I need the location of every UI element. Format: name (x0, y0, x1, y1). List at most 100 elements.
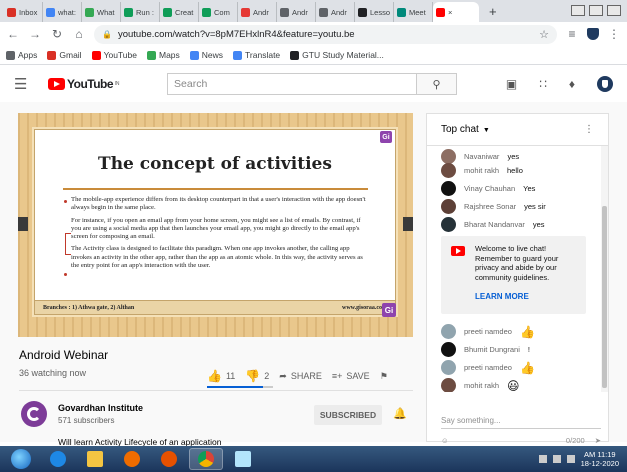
chat-author-name[interactable]: mohit rakh (464, 166, 499, 175)
report-flag-button[interactable]: ⚑ (380, 371, 388, 382)
minimize-button[interactable] (571, 5, 585, 16)
taskbar-explorer-button[interactable] (78, 448, 112, 470)
close-window-button[interactable] (607, 5, 621, 16)
learn-more-link[interactable]: LEARN MORE (475, 292, 529, 302)
menu-dots-icon[interactable]: ⋮ (607, 27, 621, 41)
chat-author-avatar[interactable] (441, 342, 456, 357)
save-button[interactable]: ≡+ SAVE (332, 371, 370, 381)
footer-website: www.gisoraa.com (342, 304, 387, 311)
maximize-button[interactable] (589, 5, 603, 16)
chat-mode-dropdown[interactable]: Top chat ▼ (441, 124, 490, 135)
chat-author-avatar[interactable] (441, 199, 456, 214)
reading-list-icon[interactable]: ≡ (565, 27, 579, 41)
forward-arrow-icon[interactable]: → (28, 27, 42, 41)
network-icon[interactable] (552, 455, 561, 463)
chat-author-avatar[interactable] (441, 324, 456, 339)
browser-tab[interactable]: × (433, 2, 479, 22)
youtube-logo[interactable]: YouTube IN (48, 77, 120, 91)
browser-tab[interactable]: Lesso (355, 2, 394, 22)
bookmark-item[interactable]: YouTube (91, 50, 137, 60)
video-player[interactable]: The concept of activities The mobile-app… (18, 113, 413, 337)
create-video-icon[interactable]: ▣ (506, 77, 517, 91)
browser-tab[interactable]: Inbox (4, 2, 43, 22)
hamburger-menu-icon[interactable]: ☰ (14, 75, 34, 93)
search-input[interactable]: Search (167, 73, 418, 95)
slide-edge-marker (403, 217, 413, 231)
browser-tab[interactable]: What (82, 2, 121, 22)
chat-author-avatar[interactable] (441, 163, 456, 178)
account-avatar[interactable] (597, 76, 613, 92)
bookmark-item[interactable]: Translate (233, 50, 280, 60)
bullet-icon (64, 273, 67, 276)
flag-icon: ⚑ (379, 370, 388, 381)
chat-input[interactable]: Say something... (441, 416, 601, 429)
browser-tab[interactable]: Andr (316, 2, 355, 22)
taskbar-paint-button[interactable] (226, 448, 260, 470)
slide-body: The mobile-app experience differs from i… (71, 196, 366, 274)
taskbar-chrome-button[interactable] (189, 448, 223, 470)
notification-bell-icon[interactable]: 🔔 (393, 407, 407, 420)
browser-tab[interactable]: Andr (238, 2, 277, 22)
logo-country: IN (115, 81, 120, 87)
chat-author-name[interactable]: Rajshree Sonar (464, 202, 516, 211)
chat-author-avatar[interactable] (441, 378, 456, 392)
windows-orb-icon (11, 449, 31, 469)
url-field[interactable]: 🔒 youtube.com/watch?v=8pM7EHxlnR4&featur… (94, 24, 557, 44)
browser-tab[interactable]: Run : (121, 2, 160, 22)
share-button[interactable]: ➦ SHARE (279, 371, 322, 382)
browser-tab[interactable]: Creat (160, 2, 199, 22)
taskbar-media-button[interactable] (115, 448, 149, 470)
volume-icon[interactable] (566, 455, 575, 463)
browser-tab[interactable]: Com (199, 2, 238, 22)
reload-icon[interactable]: ↻ (50, 27, 64, 41)
extension-shield-icon[interactable] (587, 28, 599, 40)
browser-tab[interactable]: Andr (277, 2, 316, 22)
taskbar-firefox-button[interactable] (152, 448, 186, 470)
browser-tab[interactable]: Meet (394, 2, 433, 22)
browser-tab[interactable]: what: (43, 2, 82, 22)
clock[interactable]: AM 11:19 18-12-2020 (581, 450, 619, 468)
bookmark-star-icon[interactable]: ☆ (539, 28, 549, 41)
back-arrow-icon[interactable]: ← (6, 27, 20, 41)
taskbar-ie-button[interactable] (41, 448, 75, 470)
new-tab-button[interactable]: + (479, 4, 507, 22)
chat-scrollbar[interactable] (601, 146, 608, 392)
tab-label: Andr (331, 7, 347, 17)
send-icon[interactable]: ➤ (595, 436, 601, 445)
chat-author-avatar[interactable] (441, 181, 456, 196)
chat-author-avatar[interactable] (441, 149, 456, 164)
chat-author-name[interactable]: Navaniwar (464, 152, 499, 161)
save-label: SAVE (346, 371, 370, 381)
chat-author-avatar[interactable] (441, 217, 456, 232)
more-options-icon[interactable]: ⋮ (584, 124, 594, 135)
subscribe-button[interactable]: SUBSCRIBED (314, 405, 382, 425)
tray-arrow-icon[interactable] (538, 455, 547, 463)
youtube-play-icon (48, 78, 65, 90)
bookmark-item[interactable]: Maps (146, 50, 180, 60)
chat-author-name[interactable]: Bhumit Dungrani (464, 345, 520, 354)
chat-author-name[interactable]: preeti namdeo (464, 363, 512, 372)
home-icon[interactable]: ⌂ (72, 27, 86, 41)
emoji-picker-icon[interactable]: ☺ (441, 436, 449, 445)
channel-avatar[interactable] (21, 401, 47, 427)
bookmark-item[interactable]: News (189, 50, 223, 60)
channel-name[interactable]: Govardhan Institute (58, 403, 143, 413)
channel-watermark-icon: Gi (380, 131, 392, 143)
like-button[interactable]: 👍 11 (207, 369, 235, 383)
bookmark-item[interactable]: Apps (6, 50, 37, 60)
start-button[interactable] (4, 448, 38, 470)
dislike-button[interactable]: 👎 2 (245, 369, 269, 383)
bookmark-item[interactable]: Gmail (47, 50, 82, 60)
chat-author-name[interactable]: preeti namdeo (464, 327, 512, 336)
chat-author-avatar[interactable] (441, 360, 456, 375)
chat-author-name[interactable]: Vinay Chauhan (464, 184, 515, 193)
divider (19, 390, 413, 391)
chat-author-name[interactable]: mohit rakh (464, 381, 499, 390)
youtube-header: ☰ YouTube IN Search ⚲ ▣ ∷ ♦ (0, 66, 627, 102)
chat-author-name[interactable]: Bharat Nandanvar (464, 220, 525, 229)
scrollbar-thumb[interactable] (602, 206, 607, 388)
bookmark-item[interactable]: GTU Study Material... (290, 50, 384, 60)
search-button[interactable]: ⚲ (417, 73, 458, 95)
apps-grid-icon[interactable]: ∷ (539, 77, 547, 91)
notifications-bell-icon[interactable]: ♦ (569, 77, 575, 91)
